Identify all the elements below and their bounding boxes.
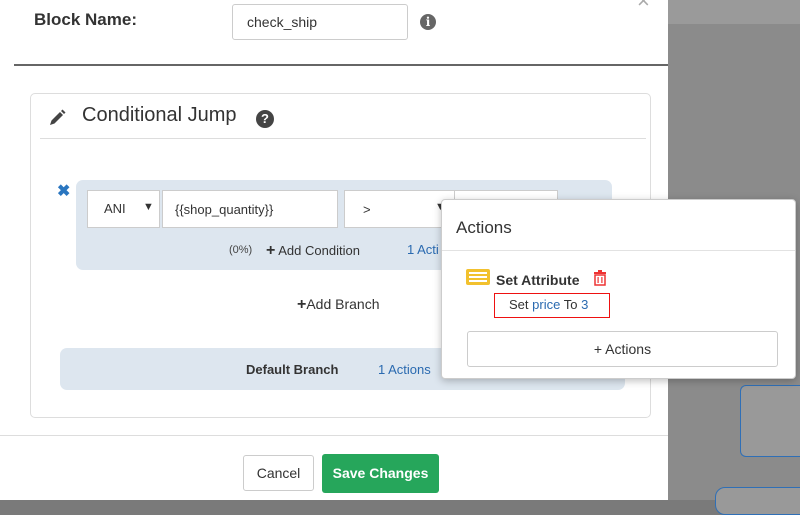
- set-attribute-title: Set Attribute: [496, 272, 580, 288]
- attribute-list-icon: [466, 269, 490, 285]
- block-name-label: Block Name:: [34, 10, 137, 29]
- background-card: [740, 385, 800, 457]
- add-condition-label: Add Condition: [278, 243, 360, 258]
- close-icon[interactable]: ×: [637, 0, 650, 12]
- chevron-down-icon: ▼: [143, 201, 154, 213]
- set-attribute-summary[interactable]: Set price To 3: [494, 293, 610, 318]
- save-changes-button[interactable]: Save Changes: [322, 454, 439, 493]
- footer-divider: [0, 435, 668, 436]
- info-icon[interactable]: i: [420, 14, 436, 30]
- logic-select-value: ANI: [104, 201, 126, 216]
- add-branch-button[interactable]: +Add Branch: [297, 296, 380, 314]
- branch-percentage: (0%): [229, 244, 253, 256]
- branch-actions-link[interactable]: 1 Acti: [407, 242, 439, 257]
- condition-input[interactable]: {{shop_quantity}}: [162, 190, 338, 228]
- logic-select[interactable]: ANI ▼: [87, 190, 160, 228]
- attribute-name-link[interactable]: price: [532, 297, 560, 312]
- header-divider: [14, 64, 668, 66]
- default-actions-link[interactable]: 1 Actions: [378, 362, 431, 377]
- background-overlay-top: [668, 0, 800, 24]
- pencil-icon: [50, 109, 66, 125]
- default-branch-label: Default Branch: [246, 362, 339, 377]
- operator-select-value: >: [363, 202, 371, 217]
- set-prefix: Set: [509, 297, 529, 312]
- background-pill: [715, 487, 800, 515]
- block-name-input[interactable]: [232, 4, 408, 40]
- set-middle: To: [563, 297, 578, 312]
- panel-title: Conditional Jump: [82, 104, 237, 126]
- plus-icon: +: [266, 242, 276, 259]
- operator-select[interactable]: > ▼: [344, 190, 456, 228]
- add-actions-button[interactable]: + Actions: [467, 331, 778, 367]
- actions-popover-title: Actions: [456, 218, 512, 237]
- cancel-button[interactable]: Cancel: [243, 455, 314, 491]
- attribute-value-link[interactable]: 3: [581, 297, 588, 312]
- remove-branch-icon[interactable]: ✖: [57, 181, 70, 201]
- trash-icon[interactable]: [593, 270, 607, 286]
- help-icon[interactable]: ?: [256, 110, 274, 128]
- panel-divider: [40, 138, 646, 139]
- add-condition-button[interactable]: + Add Condition: [266, 242, 360, 260]
- popover-divider: [442, 250, 795, 251]
- add-branch-label: Add Branch: [306, 296, 380, 312]
- plus-icon: +: [297, 296, 307, 313]
